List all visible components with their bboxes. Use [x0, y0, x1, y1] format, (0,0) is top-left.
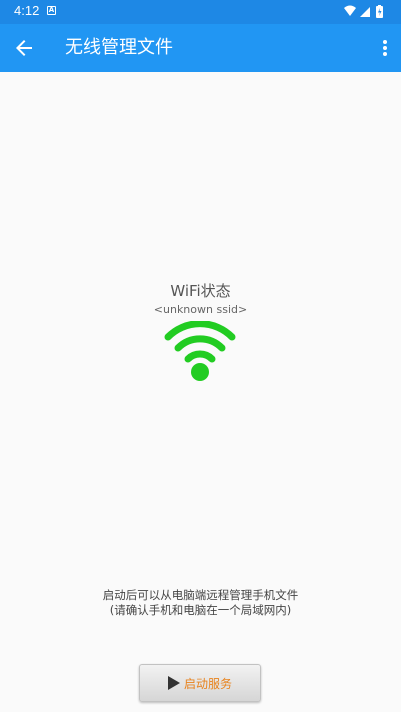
status-time: 4:12: [14, 3, 40, 18]
play-icon: [167, 676, 180, 690]
wifi-ssid-label: <unknown ssid>: [153, 303, 248, 316]
wifi-status-title: WiFi状态: [170, 282, 231, 300]
instruction-line-1: 启动后可以从电脑端远程管理手机文件: [102, 588, 299, 602]
wifi-icon: [164, 321, 236, 381]
wifi-signal-icon: [344, 5, 356, 16]
cell-signal-icon: [360, 7, 370, 17]
start-service-label: 启动服务: [183, 676, 232, 691]
battery-icon: [376, 5, 383, 18]
status-bar: 4:12 A: [0, 0, 401, 24]
status-icons: [344, 5, 383, 18]
instruction-text: 启动后可以从电脑端远程管理手机文件 (请确认手机和电脑在一个局域网内): [0, 588, 401, 618]
back-arrow-icon[interactable]: [12, 36, 36, 60]
main-content: WiFi状态 <unknown ssid> 启动后可以从电脑端远程管理手机文件 …: [0, 72, 401, 712]
app-bar: 无线管理文件: [0, 24, 401, 72]
start-service-button[interactable]: 启动服务: [139, 664, 261, 702]
instruction-line-2: (请确认手机和电脑在一个局域网内): [109, 603, 292, 617]
more-options-icon[interactable]: [381, 36, 389, 60]
page-title: 无线管理文件: [65, 37, 173, 58]
notification-icon: A: [47, 6, 56, 15]
